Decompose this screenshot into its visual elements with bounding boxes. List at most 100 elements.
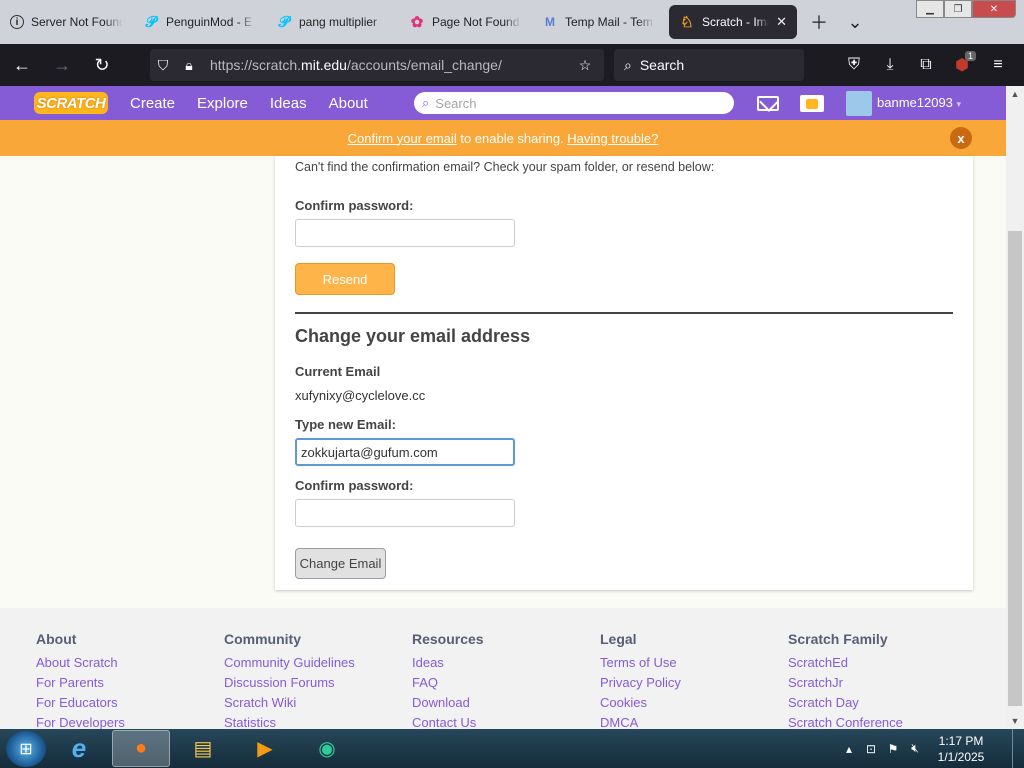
file-explorer-icon[interactable]: ▤ bbox=[174, 730, 232, 767]
footer-link[interactable]: Scratch Conference bbox=[788, 713, 903, 729]
confirm-email-link[interactable]: Confirm your email bbox=[348, 131, 457, 146]
scratch-logo[interactable]: SCRATCH bbox=[34, 92, 108, 114]
nav-about[interactable]: About bbox=[329, 95, 368, 112]
ublock-icon[interactable]: ⬢ 1 bbox=[944, 49, 980, 81]
new-email-field[interactable] bbox=[295, 438, 515, 466]
penguinmod-icon: 𝒫 bbox=[278, 13, 290, 31]
bookmark-star-icon[interactable]: ☆ bbox=[572, 57, 598, 74]
back-arrow-icon[interactable]: ← bbox=[4, 49, 40, 81]
url-text[interactable]: https://scratch.mit.edu/accounts/email_c… bbox=[210, 57, 572, 73]
section-title: Change your email address bbox=[295, 326, 531, 346]
tab-page-not-found[interactable]: ✿ Page Not Found bbox=[399, 5, 532, 39]
footer-column-legal: Legal Terms of Use Privacy Policy Cookie… bbox=[600, 631, 681, 729]
media-player-icon[interactable]: ▶ bbox=[236, 730, 294, 767]
shield-icon[interactable]: ⛉ bbox=[150, 57, 176, 74]
tab-server-not-found[interactable]: i Server Not Found bbox=[0, 5, 133, 39]
tray-expand-icon[interactable]: ▴ bbox=[838, 742, 860, 756]
clock[interactable]: 1:17 PM 1/1/2025 bbox=[926, 733, 996, 765]
firefox-icon[interactable]: ● bbox=[112, 730, 170, 767]
footer-link[interactable]: ScratchEd bbox=[788, 653, 903, 673]
tab-pang-multiplier[interactable]: 𝒫 pang multiplier bbox=[266, 5, 399, 39]
footer-link[interactable]: Ideas bbox=[412, 653, 484, 673]
footer-heading: Legal bbox=[600, 631, 637, 647]
close-tab-icon[interactable]: ✕ bbox=[776, 14, 787, 30]
tab-title: Server Not Found bbox=[31, 15, 123, 29]
banner-text: to enable sharing. bbox=[456, 130, 568, 146]
tab-penguinmod[interactable]: 𝒫 PenguinMod - E bbox=[133, 5, 266, 39]
nav-ideas[interactable]: Ideas bbox=[270, 95, 307, 112]
extensions-icon[interactable]: ⧉ bbox=[908, 49, 944, 81]
change-password-field[interactable] bbox=[295, 499, 515, 527]
search-placeholder: Search bbox=[435, 95, 477, 111]
internet-explorer-icon[interactable]: e bbox=[50, 730, 108, 767]
footer-link[interactable]: Scratch Wiki bbox=[224, 693, 355, 713]
footer-link[interactable]: DMCA bbox=[600, 713, 681, 729]
nav-create[interactable]: Create bbox=[130, 95, 175, 112]
scroll-up-arrow-icon[interactable]: ▲ bbox=[1006, 86, 1024, 102]
minimize-button[interactable]: ▁ bbox=[916, 0, 944, 18]
page-viewport: SCRATCH Create Explore Ideas About ⌕ Sea… bbox=[0, 86, 1024, 729]
page-not-found-icon: ✿ bbox=[410, 14, 424, 31]
page-scrollbar[interactable]: ▲ ▼ bbox=[1006, 86, 1024, 729]
footer-link[interactable]: Download bbox=[412, 693, 484, 713]
change-email-button[interactable]: Change Email bbox=[295, 548, 386, 579]
scratch-icon: ♘ bbox=[680, 14, 694, 31]
tab-title: Temp Mail - Tem bbox=[565, 15, 653, 29]
window-close-button[interactable]: ✕ bbox=[972, 0, 1016, 18]
scratch-search-input[interactable]: ⌕ Search bbox=[414, 92, 734, 114]
messages-mail-icon[interactable] bbox=[757, 96, 779, 111]
confirm-password-label-2: Confirm password: bbox=[295, 478, 414, 493]
footer-link[interactable]: Statistics bbox=[224, 713, 355, 729]
resend-button[interactable]: Resend bbox=[295, 263, 395, 295]
lock-icon[interactable]: 🔒︎ bbox=[176, 57, 202, 74]
footer-link[interactable]: FAQ bbox=[412, 673, 484, 693]
list-tabs-chevron-icon[interactable]: ⌄ bbox=[837, 5, 873, 39]
footer-link[interactable]: Discussion Forums bbox=[224, 673, 355, 693]
downloads-icon[interactable]: ⤓ bbox=[872, 49, 908, 81]
footer-link[interactable]: Contact Us bbox=[412, 713, 484, 729]
my-stuff-folder-icon[interactable] bbox=[800, 95, 824, 112]
avatar[interactable] bbox=[846, 91, 872, 116]
having-trouble-link[interactable]: Having trouble? bbox=[567, 131, 658, 146]
footer-link[interactable]: Privacy Policy bbox=[600, 673, 681, 693]
resend-password-field[interactable] bbox=[295, 219, 515, 247]
tab-title: pang multiplier bbox=[299, 15, 378, 29]
new-email-label: Type new Email: bbox=[295, 417, 396, 432]
chevron-down-icon: ▾ bbox=[956, 99, 962, 109]
confirm-password-label: Confirm password: bbox=[295, 198, 414, 213]
menu-icon[interactable]: ≡ bbox=[980, 49, 1016, 81]
action-center-flag-icon[interactable]: ⚑ bbox=[882, 742, 904, 756]
footer-link[interactable]: Community Guidelines bbox=[224, 653, 355, 673]
scrollbar-thumb[interactable] bbox=[1008, 231, 1022, 706]
footer-link[interactable]: About Scratch bbox=[36, 653, 125, 673]
footer-link[interactable]: For Developers bbox=[36, 713, 125, 729]
show-desktop-button[interactable] bbox=[1012, 729, 1024, 768]
start-button[interactable]: ⊞ bbox=[6, 730, 46, 767]
scroll-down-arrow-icon[interactable]: ▼ bbox=[1006, 713, 1024, 729]
footer-link[interactable]: Scratch Day bbox=[788, 693, 903, 713]
volume-muted-icon[interactable]: 🔇︎ bbox=[904, 741, 926, 756]
username[interactable]: banme12093 ▾ bbox=[877, 95, 961, 110]
url-bar[interactable]: ⛉ 🔒︎ https://scratch.mit.edu/accounts/em… bbox=[150, 49, 604, 81]
penguinmod-icon: 𝒫 bbox=[145, 13, 157, 31]
tab-title: Page Not Found bbox=[432, 15, 520, 29]
browser-nav-bar: ← → ↻ ⛉ 🔒︎ https://scratch.mit.edu/accou… bbox=[0, 44, 1024, 86]
new-tab-button[interactable]: ＋ bbox=[801, 5, 837, 39]
footer-link[interactable]: Terms of Use bbox=[600, 653, 681, 673]
footer-link[interactable]: Cookies bbox=[600, 693, 681, 713]
browser-search-bar[interactable]: ⌕ Search bbox=[614, 49, 804, 81]
footer-link[interactable]: ScratchJr bbox=[788, 673, 903, 693]
reload-icon[interactable]: ↻ bbox=[84, 49, 120, 81]
network-icon[interactable]: ⊡ bbox=[860, 742, 882, 756]
banner-close-button[interactable]: x bbox=[950, 127, 972, 149]
extension-badge: 1 bbox=[964, 51, 976, 61]
tab-temp-mail[interactable]: M Temp Mail - Tem bbox=[532, 5, 665, 39]
nav-explore[interactable]: Explore bbox=[197, 95, 248, 112]
tab-scratch[interactable]: ♘ Scratch - Imag ✕ bbox=[669, 5, 797, 39]
app-icon[interactable]: ◉ bbox=[298, 730, 356, 767]
maximize-button[interactable]: ❐ bbox=[944, 0, 972, 18]
footer-link[interactable]: For Educators bbox=[36, 693, 125, 713]
forward-arrow-icon[interactable]: → bbox=[44, 49, 80, 81]
footer-link[interactable]: For Parents bbox=[36, 673, 125, 693]
pocket-icon[interactable]: ⛨ bbox=[836, 49, 872, 81]
